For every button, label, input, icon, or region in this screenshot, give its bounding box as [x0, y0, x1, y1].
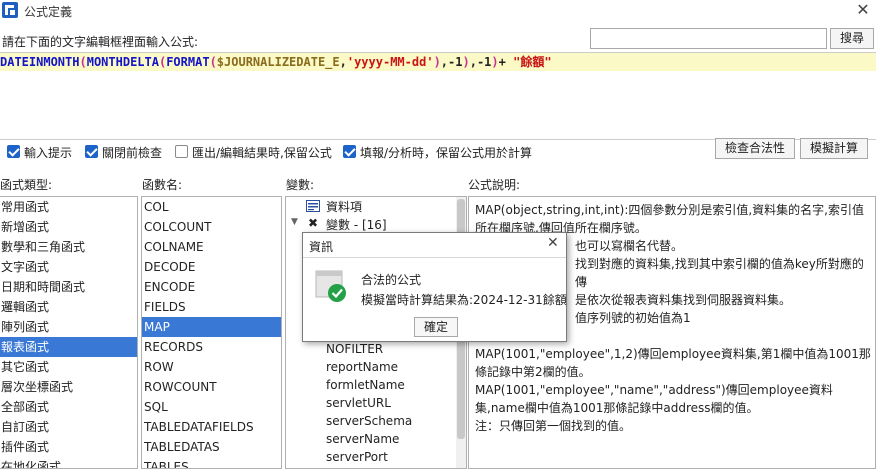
datasource-icon — [306, 200, 320, 212]
keep-formula-export-checkbox[interactable] — [175, 145, 188, 158]
description-paragraph: 也可以寫欄名代替。 — [575, 239, 684, 253]
function-type-item[interactable]: 日期和時間函式 — [0, 277, 137, 297]
search-button[interactable]: 搜尋 — [830, 28, 874, 49]
tree-expand-icon[interactable]: ▼ — [291, 217, 298, 227]
keep-formula-fill-label: 填報/分析時，保留公式用於計算 — [360, 146, 533, 160]
formula-token: ( — [79, 55, 87, 69]
formula-prompt-label: 請在下面的文字編輯框裡面輸入公式: — [2, 35, 199, 49]
app-logo-icon — [2, 2, 18, 18]
dialog-divider — [303, 257, 566, 258]
input-hint-checkbox[interactable] — [7, 145, 20, 158]
formula-editor[interactable]: DATEINMONTH(MONTHDELTA(FORMAT($JOURNALIZ… — [0, 52, 876, 140]
formula-token: ,-1 — [440, 55, 463, 69]
title-bar: 公式定義 ✕ — [0, 0, 876, 22]
function-name-item[interactable]: TABLES — [142, 457, 281, 468]
check-validity-button[interactable]: 檢查合法性 — [715, 138, 795, 159]
search-input[interactable] — [590, 28, 827, 49]
function-type-item[interactable]: 數學和三角函式 — [0, 237, 137, 257]
description-paragraph: 注：只傳回第一個找到的值。 — [475, 419, 632, 433]
function-type-item[interactable]: 其它函式 — [0, 357, 137, 377]
function-type-item[interactable]: 文字函式 — [0, 257, 137, 277]
function-name-item[interactable]: RECORDS — [142, 337, 281, 357]
dialog-title: 資訊 — [309, 240, 334, 254]
keep-formula-export-label: 匯出/編輯結果時,保留公式 — [192, 146, 332, 160]
function-name-item[interactable]: FIELDS — [142, 297, 281, 317]
formula-token: ) — [491, 55, 499, 69]
function-name-item[interactable]: ROWCOUNT — [142, 377, 281, 397]
function-type-item[interactable]: 新增函式 — [0, 217, 137, 237]
function-type-item[interactable]: 層次坐標函式 — [0, 377, 137, 397]
formula-token: MONTHDELTA — [86, 55, 159, 69]
variable-item[interactable]: servletURL — [326, 396, 391, 410]
info-dialog: 資訊 ✕ 合法的公式 模擬當時計算結果為:2024-12-31餘額 確定 — [302, 232, 567, 342]
formula-token: 'yyyy-MM-dd' — [346, 55, 434, 69]
function-type-list[interactable]: 常用函式 新增函式 數學和三角函式 文字函式 日期和時間函式 邏輯函式 陣列函式 報表函式 其它… — [0, 196, 138, 469]
close-check-checkbox[interactable] — [85, 145, 98, 158]
formula-token: ( — [209, 55, 217, 69]
formula-editor-line[interactable]: DATEINMONTH(MONTHDELTA(FORMAT($JOURNALIZ… — [0, 53, 876, 71]
datasource-node-label[interactable]: 資料項 — [326, 198, 362, 215]
function-name-item[interactable]: SQL — [142, 397, 281, 417]
formula-token: ) — [462, 55, 470, 69]
function-name-list[interactable]: COL COLCOUNT COLNAME DECODE ENCODE FIELDS MAP R… — [141, 196, 282, 469]
formula-token: $JOURNALIZEDATE_E — [216, 55, 340, 69]
description-paragraph: 是依次從報表資料集找到伺服器資料集。 — [575, 293, 792, 307]
description-paragraph: MAP(1001,"employee","name","address")傳回e… — [475, 383, 833, 415]
description-paragraph: 值序列號的初始值為1 — [575, 311, 691, 325]
success-document-icon — [315, 270, 346, 302]
dialog-message: 合法的公式 — [361, 273, 422, 287]
function-name-item[interactable]: COL — [142, 197, 281, 217]
variable-header: 變數: — [286, 178, 315, 192]
formula-token: + — [498, 55, 514, 69]
function-type-item[interactable]: 陣列函式 — [0, 317, 137, 337]
variable-item[interactable]: formletName — [326, 378, 405, 392]
function-type-item[interactable]: 自訂函式 — [0, 417, 137, 437]
close-check-label: 關閉前檢查 — [102, 146, 163, 160]
function-name-item[interactable]: ROW — [142, 357, 281, 377]
formula-token: FORMAT — [166, 55, 210, 69]
function-name-item[interactable]: ENCODE — [142, 277, 281, 297]
keep-formula-fill-checkbox[interactable] — [343, 145, 356, 158]
function-name-header: 函數名: — [142, 178, 183, 192]
function-name-item[interactable]: COLCOUNT — [142, 217, 281, 237]
variable-item[interactable]: serverName — [326, 432, 399, 446]
description-header: 公式說明: — [468, 178, 521, 192]
function-type-item[interactable]: 全部函式 — [0, 397, 137, 417]
function-type-item[interactable]: 在地化函式 — [0, 457, 137, 468]
function-name-item[interactable]: TABLEDATAS — [142, 437, 281, 457]
function-name-item[interactable]: TABLEDATAFIELDS — [142, 417, 281, 437]
description-paragraph: MAP(1001,"employee",1,2)傳回employee資料集,第1… — [475, 347, 871, 379]
variable-item[interactable]: serverSchema — [326, 414, 412, 428]
function-type-item[interactable]: 常用函式 — [0, 197, 137, 217]
formula-token: , — [339, 55, 347, 69]
window-close-button[interactable]: ✕ — [852, 0, 874, 22]
parameter-icon: ✖ — [308, 216, 319, 230]
function-name-item[interactable]: MAP — [142, 317, 281, 337]
formula-token: DATEINMONTH — [0, 55, 80, 69]
formula-token: ) — [433, 55, 441, 69]
function-type-header: 函式類型: — [0, 178, 53, 192]
function-name-item[interactable]: DECODE — [142, 257, 281, 277]
function-type-item[interactable]: 報表函式 — [0, 337, 137, 357]
function-type-item[interactable]: 邏輯函式 — [0, 297, 137, 317]
dialog-ok-button[interactable]: 確定 — [414, 317, 458, 337]
variable-item[interactable]: serverPort — [326, 450, 388, 464]
formula-token: "餘額" — [513, 55, 552, 69]
formula-token: ,-1 — [469, 55, 492, 69]
variable-item[interactable]: NOFILTER — [326, 342, 383, 356]
simulate-calc-button[interactable]: 模擬計算 — [800, 138, 868, 159]
variable-item[interactable]: reportName — [326, 360, 398, 374]
function-type-item[interactable]: 插件函式 — [0, 437, 137, 457]
window-title: 公式定義 — [24, 5, 73, 19]
function-name-item[interactable]: COLNAME — [142, 237, 281, 257]
parameter-node-label[interactable]: 變數 - [16] — [326, 216, 387, 233]
dialog-close-button[interactable]: ✕ — [547, 235, 559, 251]
description-paragraph: 找到對應的資料集,找到其中索引欄的值為key所對應的傳 — [575, 257, 864, 289]
dialog-result: 模擬當時計算結果為:2024-12-31餘額 — [361, 293, 567, 307]
input-hint-label: 輸入提示 — [24, 146, 73, 160]
